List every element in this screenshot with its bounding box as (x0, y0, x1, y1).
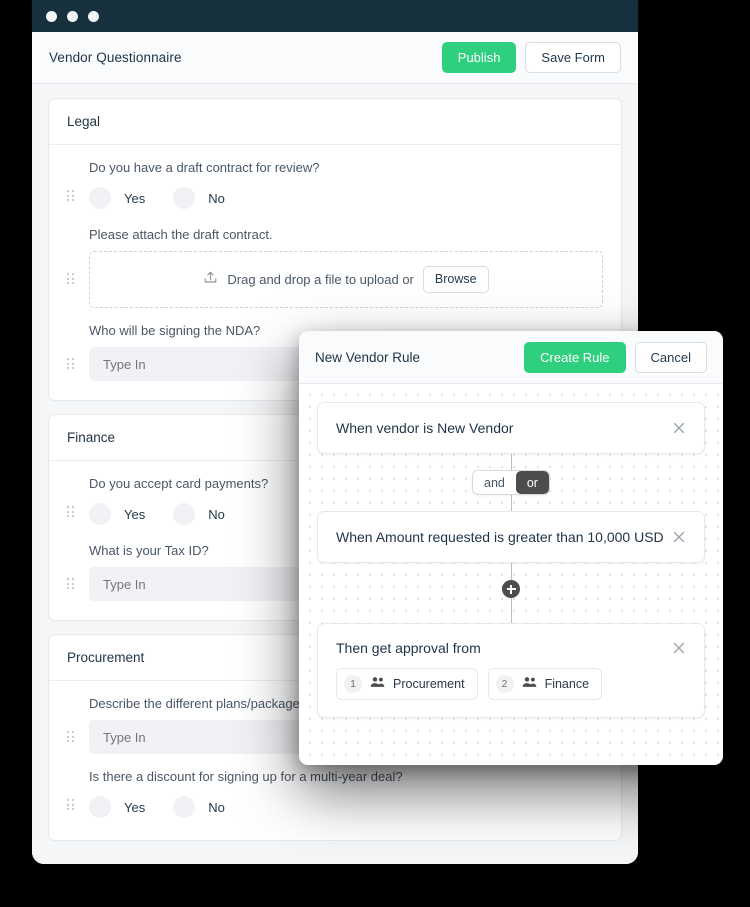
rule-condition-card-2[interactable]: When Amount requested is greater than 10… (317, 511, 705, 563)
radio-circle-icon[interactable] (173, 187, 196, 209)
radio-circle-icon[interactable] (89, 503, 111, 525)
radio-option-yes[interactable]: Yes (89, 796, 145, 818)
create-rule-button[interactable]: Create Rule (524, 341, 626, 373)
section-title: Legal (49, 99, 621, 145)
minimize-dot-icon[interactable] (67, 10, 78, 22)
question-label: Is there a discount for signing up for a… (89, 769, 403, 784)
condition-text: When vendor is New Vendor (336, 420, 514, 436)
radio-label: No (208, 799, 225, 815)
form-field: Please attach the draft contract. Drag a… (67, 227, 603, 308)
people-group-icon (522, 675, 537, 693)
people-group-icon (370, 675, 385, 693)
rule-action-card[interactable]: Then get approval from 1 Procurement 2 F… (317, 623, 705, 718)
drag-handle-icon[interactable] (67, 799, 74, 810)
cancel-button[interactable]: Cancel (634, 341, 707, 373)
radio-label: No (208, 506, 225, 522)
rule-modal-actions: Create Rule Cancel (524, 341, 707, 373)
close-icon[interactable] (672, 641, 686, 655)
close-dot-icon[interactable] (46, 10, 57, 22)
new-vendor-rule-modal: New Vendor Rule Create Rule Cancel When … (299, 331, 723, 765)
approver-chip-procurement[interactable]: 1 Procurement (336, 668, 478, 700)
radio-label: No (208, 190, 225, 206)
drag-handle-icon[interactable] (67, 731, 74, 742)
approver-chip-list: 1 Procurement 2 Finance (336, 668, 686, 700)
condition-text: When Amount requested is greater than 10… (336, 529, 664, 545)
question-label: Please attach the draft contract. (89, 227, 273, 242)
radio-group: Yes No (89, 184, 603, 212)
app-toolbar: Vendor Questionnaire Publish Save Form (32, 32, 638, 84)
window-titlebar (32, 0, 638, 32)
radio-option-yes[interactable]: Yes (89, 187, 145, 209)
rule-canvas: When vendor is New Vendor and or When Am… (299, 384, 723, 765)
dropzone-text: Drag and drop a file to upload or (227, 272, 414, 287)
approver-order-badge: 2 (495, 675, 514, 693)
page-title: Vendor Questionnaire (49, 50, 182, 65)
upload-icon (203, 270, 218, 290)
radio-circle-icon[interactable] (173, 503, 196, 525)
screenshot-stage: Vendor Questionnaire Publish Save Form L… (0, 0, 750, 907)
file-dropzone[interactable]: Drag and drop a file to upload or Browse (89, 251, 603, 308)
toggle-option-and[interactable]: and (473, 471, 516, 494)
toggle-option-or[interactable]: or (515, 471, 549, 494)
radio-circle-icon[interactable] (89, 187, 111, 209)
maximize-dot-icon[interactable] (88, 10, 99, 22)
drag-handle-icon[interactable] (67, 190, 74, 201)
publish-button[interactable]: Publish (441, 42, 517, 73)
action-title: Then get approval from (336, 640, 481, 656)
save-form-button[interactable]: Save Form (525, 42, 621, 73)
close-icon[interactable] (672, 530, 686, 544)
form-field: Is there a discount for signing up for a… (67, 769, 603, 821)
add-condition-button[interactable] (502, 580, 520, 598)
action-header: Then get approval from (336, 640, 686, 656)
add-step-connector (317, 563, 705, 629)
drag-handle-icon[interactable] (67, 506, 74, 517)
approver-name: Procurement (393, 677, 465, 691)
approver-chip-finance[interactable]: 2 Finance (487, 668, 603, 700)
radio-option-no[interactable]: No (173, 187, 225, 209)
radio-label: Yes (124, 799, 146, 815)
radio-circle-icon[interactable] (89, 796, 111, 818)
drag-handle-icon[interactable] (67, 273, 74, 284)
rule-condition-card-1[interactable]: When vendor is New Vendor (317, 402, 705, 454)
rule-modal-header: New Vendor Rule Create Rule Cancel (299, 331, 723, 384)
browse-button[interactable]: Browse (422, 266, 489, 293)
radio-group: Yes No (89, 793, 603, 821)
radio-option-no[interactable]: No (173, 796, 225, 818)
logic-connector: and or (317, 454, 705, 511)
radio-option-yes[interactable]: Yes (89, 503, 145, 525)
question-label: Do you have a draft contract for review? (89, 160, 320, 175)
approver-order-badge: 1 (344, 675, 362, 693)
radio-option-no[interactable]: No (173, 503, 225, 525)
form-field: Do you have a draft contract for review?… (67, 160, 603, 212)
drag-handle-icon[interactable] (67, 358, 74, 369)
close-icon[interactable] (672, 421, 686, 435)
radio-circle-icon[interactable] (173, 796, 196, 818)
rule-modal-title: New Vendor Rule (315, 349, 421, 365)
approver-name: Finance (544, 677, 590, 691)
radio-label: Yes (124, 506, 146, 522)
radio-label: Yes (124, 190, 146, 206)
drag-handle-icon[interactable] (67, 578, 74, 589)
toolbar-actions: Publish Save Form (441, 42, 621, 73)
and-or-toggle[interactable]: and or (472, 470, 550, 495)
